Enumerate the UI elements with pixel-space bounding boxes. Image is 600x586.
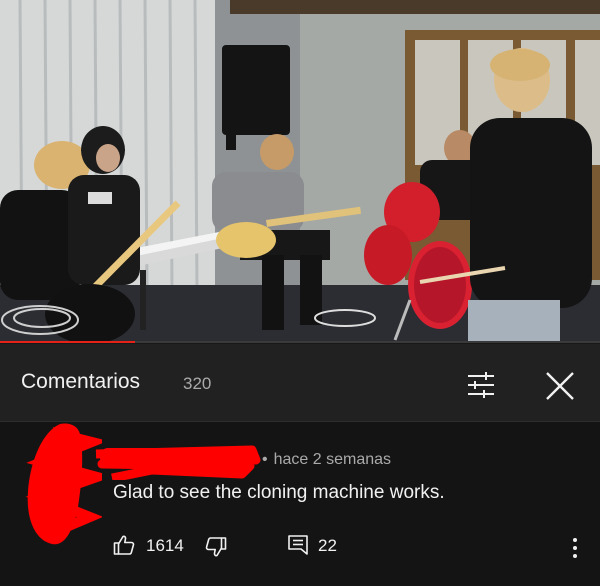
- sort-filter-icon[interactable]: [465, 370, 497, 400]
- comments-count: 320: [183, 374, 212, 393]
- video-player[interactable]: [0, 0, 600, 343]
- author-name-redaction: [95, 445, 261, 480]
- like-count: 1614: [146, 536, 184, 555]
- comment-timestamp: hace 2 semanas: [262, 451, 391, 469]
- thumbs-up-icon[interactable]: [113, 534, 135, 556]
- comment-text: Glad to see the cloning machine works.: [113, 482, 445, 503]
- comment-item: hace 2 semanas Glad to see the cloning m…: [0, 422, 600, 586]
- video-progress-track[interactable]: [0, 341, 600, 343]
- avatar-redaction: [25, 423, 102, 545]
- reply-count: 22: [318, 536, 337, 555]
- video-progress-fill: [0, 341, 135, 343]
- video-frame: [0, 0, 600, 343]
- thumbs-down-icon[interactable]: [205, 536, 227, 558]
- more-vertical-icon[interactable]: [568, 536, 582, 560]
- comments-title: Comentarios: [21, 370, 141, 393]
- comments-header: Comentarios 320: [0, 344, 600, 422]
- reply-icon[interactable]: [287, 534, 309, 556]
- close-icon[interactable]: [544, 370, 576, 402]
